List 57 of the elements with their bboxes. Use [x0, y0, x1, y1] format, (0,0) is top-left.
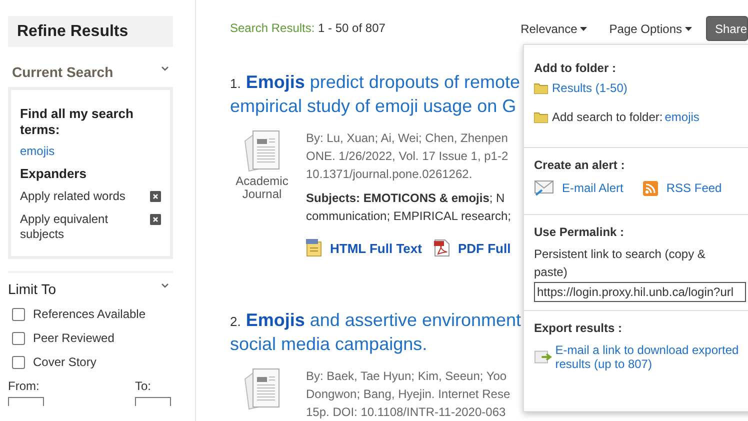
from-field[interactable]	[8, 397, 44, 406]
limit-to-heading: Limit To	[8, 281, 56, 297]
expander-label: Apply related words	[20, 189, 126, 204]
result-details: By: Lu, Xuan; Ai, Wei; Chen, Zhenpen ONE. 1/26/2022, Vol. 17 Issue 1, p1-2 10.1371/journal.pone.0261262.	[306, 130, 510, 183]
option-label: Peer Reviewed	[33, 331, 114, 345]
html-document-icon	[306, 239, 322, 257]
remove-icon[interactable]	[150, 214, 161, 225]
chevron-icon[interactable]	[161, 283, 169, 289]
permalink-description: Persistent link to search (copy & paste)	[534, 246, 706, 281]
envelope-icon	[534, 180, 554, 196]
pdf-icon	[434, 239, 450, 257]
option-label: References Available	[33, 307, 146, 321]
share-button[interactable]: Share	[706, 16, 748, 41]
result-title-link[interactable]: 1. Emojis predict dropouts of remote empirical study of emoji usage on G	[230, 71, 522, 117]
document-icon	[243, 129, 281, 173]
alert-link[interactable]: RSS Feed	[666, 181, 722, 195]
sort-menu[interactable]: Relevance	[512, 18, 596, 40]
section-heading: Use Permalink :	[534, 225, 626, 239]
caret-icon	[685, 26, 692, 30]
full-text-link[interactable]: PDF Full	[458, 240, 511, 256]
checkbox[interactable]	[12, 332, 25, 344]
permalink-field[interactable]: https://login.proxy.hil.unb.ca/login?url	[534, 282, 746, 302]
section-heading: Export results :	[534, 321, 624, 335]
add-search-label: Add search to folder:	[552, 110, 663, 124]
document-icon	[243, 367, 281, 411]
results-count: Search Results: 1 - 50 of 807	[230, 21, 386, 35]
remove-icon[interactable]	[150, 191, 161, 202]
search-term-link[interactable]: emojis	[20, 144, 55, 158]
from-label: From:	[8, 379, 40, 393]
chevron-icon[interactable]	[161, 66, 169, 72]
caret-icon	[580, 26, 588, 30]
full-text-link[interactable]: HTML Full Text	[330, 240, 422, 256]
rss-icon	[643, 180, 658, 196]
expanders-heading: Expanders	[20, 166, 88, 181]
result-details: By: Baek, Tae Hyun; Kim, Seeun; Yoo Dongwon; Bang, Hyejin. Internet Rese 15p. DOI: 10.1108/INTR-11-2020-063	[306, 368, 510, 421]
folder-icon	[534, 82, 548, 94]
section-heading: Add to folder :	[534, 61, 617, 75]
alert-link[interactable]: E-mail Alert	[562, 181, 624, 195]
export-link[interactable]: E-mail a link to download exported results (up to 807)	[555, 343, 744, 371]
expander-label: Apply equivalent subjects	[20, 212, 110, 242]
refine-results-heading: Refine Results	[8, 16, 173, 47]
result-subjects: Subjects: EMOTICONS & emojis; N communication; EMPIRICAL research;	[306, 190, 512, 225]
folder-link[interactable]: emojis	[664, 110, 700, 124]
folder-icon	[534, 112, 548, 122]
publication-type: Academic Journal	[234, 175, 290, 201]
option-label: Cover Story	[33, 355, 96, 369]
current-search-heading: Current Search	[12, 64, 114, 80]
export-icon	[534, 349, 554, 365]
sort-menu[interactable]: Page Options	[601, 18, 700, 40]
folder-link[interactable]: Results (1-50)	[552, 81, 628, 95]
find-terms-label: Find all my search terms:	[20, 106, 134, 138]
section-heading: Create an alert :	[534, 158, 626, 172]
checkbox[interactable]	[12, 356, 25, 368]
to-label: To:	[135, 379, 152, 393]
to-field[interactable]	[135, 397, 171, 406]
checkbox[interactable]	[12, 308, 25, 320]
result-title-link[interactable]: 2. Emojis and assertive environment social media campaigns.	[230, 309, 522, 355]
